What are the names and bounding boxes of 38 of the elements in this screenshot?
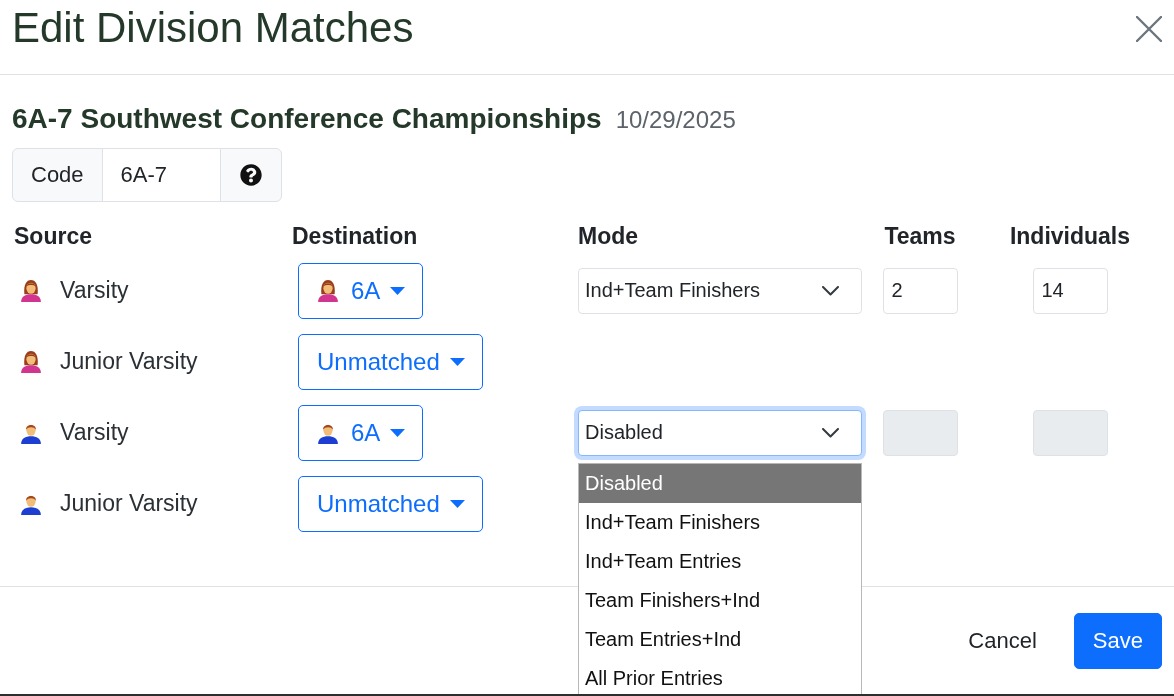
chevron-down-icon <box>822 285 839 296</box>
source-label: Varsity <box>60 419 129 446</box>
code-label: Code <box>12 148 103 202</box>
column-header: Mode <box>578 223 639 250</box>
source-label: Varsity <box>60 277 129 304</box>
chevron-down-icon <box>822 427 839 438</box>
help-icon <box>239 164 262 186</box>
close-icon <box>1136 16 1162 42</box>
save-button[interactable]: Save <box>1073 613 1162 669</box>
column-header: Individuals <box>1009 223 1131 250</box>
caret-icon <box>390 428 406 437</box>
destination-dropdown[interactable]: Unmatched <box>298 333 483 390</box>
help-button[interactable] <box>219 148 282 202</box>
dialog-title: Edit Division Matches <box>12 3 414 53</box>
person-icon <box>20 350 42 373</box>
mode-select[interactable]: Disabled <box>578 409 862 456</box>
destination-dropdown[interactable]: 6A <box>298 262 424 319</box>
mode-option[interactable]: Disabled <box>579 463 861 503</box>
meet-date: 10/29/2025 <box>615 106 736 134</box>
source-label: Junior Varsity <box>60 490 198 517</box>
close-button[interactable] <box>1136 16 1162 42</box>
column-header: Destination <box>292 223 418 250</box>
destination-dropdown[interactable]: Unmatched <box>298 475 483 532</box>
destination-dropdown[interactable]: 6A <box>298 404 424 461</box>
caret-icon <box>390 286 406 295</box>
meet-name: 6A-7 Southwest Conference Championships <box>12 102 602 136</box>
teams-input[interactable]: 2 <box>882 267 958 314</box>
mode-select[interactable]: Ind+Team Finishers <box>578 267 862 314</box>
individuals-input[interactable]: 14 <box>1032 267 1108 314</box>
code-input[interactable]: 6A-7 <box>101 148 221 202</box>
column-header: Source <box>14 223 92 250</box>
source-label: Junior Varsity <box>60 348 198 375</box>
column-header: Teams <box>884 223 956 250</box>
caret-icon <box>449 499 465 508</box>
caret-icon <box>449 357 465 366</box>
person-icon <box>317 279 339 302</box>
person-icon <box>20 279 42 302</box>
cancel-button[interactable]: Cancel <box>951 613 1054 669</box>
